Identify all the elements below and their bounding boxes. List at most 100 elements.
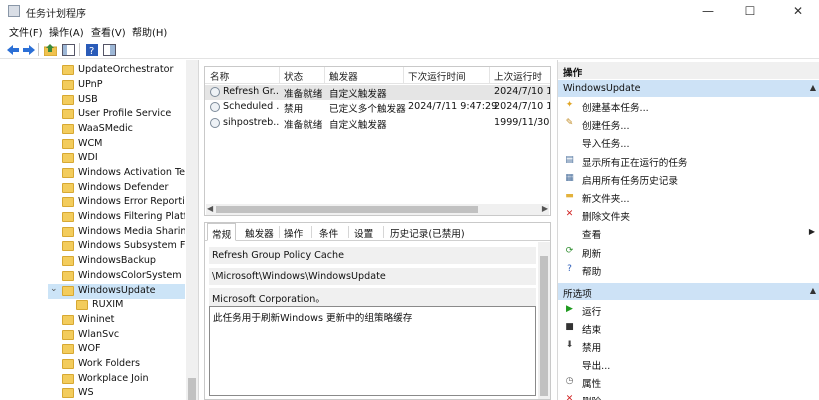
close-button[interactable]: ✕ [777, 0, 819, 22]
task-list: 名称 状态 触发器 下次运行时间 上次运行时 Refresh Gr... 准备就… [204, 66, 551, 216]
details-scrollbar-thumb[interactable] [540, 256, 548, 396]
tree-item[interactable]: WDI [0, 151, 185, 166]
action-item[interactable]: 查看 ▶ [558, 224, 819, 242]
column-name[interactable]: 名称 [210, 69, 229, 83]
action-item[interactable]: ✕ 删除 [558, 391, 819, 400]
minimize-button[interactable]: — [687, 0, 729, 22]
scroll-left-arrow-icon[interactable]: ◀ [207, 204, 213, 213]
view-icon [564, 227, 575, 238]
tree-item[interactable]: RUXIM [0, 298, 185, 313]
tree-item[interactable]: Workplace Join [0, 372, 185, 387]
tree-item[interactable]: WS [0, 386, 185, 400]
column-divider[interactable] [324, 67, 325, 84]
action-item[interactable]: ✦ 创建基本任务... [558, 97, 819, 115]
collapse-icon[interactable]: ▲ [810, 286, 816, 295]
tab-conditions[interactable]: 条件 [315, 223, 342, 241]
up-folder-icon[interactable] [43, 42, 58, 57]
column-divider[interactable] [489, 67, 490, 84]
action-item[interactable]: ◷ 属性 [558, 373, 819, 391]
action-label: 属性 [582, 379, 602, 390]
column-last-run[interactable]: 上次运行时 [494, 69, 550, 83]
tree-item[interactable]: User Profile Service [0, 107, 185, 122]
tree-scrollbar[interactable] [186, 60, 198, 400]
tree-item[interactable]: WindowsColorSystem [0, 269, 185, 284]
task-location-field[interactable]: \Microsoft\Windows\WindowsUpdate [209, 268, 536, 285]
action-item[interactable]: ▶ 运行 [558, 301, 819, 319]
tree-item[interactable]: Windows Media Sharing [0, 225, 185, 240]
column-next-run[interactable]: 下次运行时间 [408, 69, 466, 83]
tab-actions[interactable]: 操作 [280, 223, 307, 241]
help-icon[interactable]: ? [84, 42, 99, 57]
action-item[interactable]: 导入任务... [558, 133, 819, 151]
action-item[interactable]: ■ 结束 [558, 319, 819, 337]
menu-action[interactable]: 操作(A) [49, 24, 84, 39]
task-row[interactable]: Scheduled ... 禁用 已定义多个触发器 2024/7/11 9:47… [205, 100, 550, 115]
collapse-icon[interactable]: ▲ [810, 83, 816, 92]
task-scheduler-app-icon [8, 5, 20, 17]
export-icon [564, 358, 575, 369]
action-item[interactable]: 导出... [558, 355, 819, 373]
show-hide-console-tree-icon[interactable] [61, 42, 76, 57]
action-item[interactable]: ✕ 删除文件夹 [558, 206, 819, 224]
back-arrow-icon[interactable] [5, 42, 20, 57]
action-item[interactable]: ▤ 显示所有正在运行的任务 [558, 152, 819, 170]
task-author-field[interactable]: Microsoft Corporation。 [209, 288, 536, 308]
folder-icon [62, 197, 74, 207]
svg-text:?: ? [89, 46, 94, 56]
actions-section-selected-item[interactable]: 所选项 ▲ [558, 283, 819, 300]
folder-icon [62, 109, 74, 119]
action-item[interactable]: ⟳ 刷新 [558, 243, 819, 261]
action-item[interactable]: ▦ 启用所有任务历史记录 [558, 170, 819, 188]
tab-triggers[interactable]: 触发器 [241, 223, 278, 241]
tree-item[interactable]: WOF [0, 342, 185, 357]
tab-settings[interactable]: 设置 [350, 223, 377, 241]
maximize-button[interactable]: ☐ [729, 0, 771, 22]
tree-item[interactable]: Windows Filtering Platfor [0, 210, 185, 225]
column-status[interactable]: 状态 [284, 69, 303, 83]
tree-item-windowsupdate[interactable]: ⌄ WindowsUpdate [48, 284, 185, 299]
tree-item[interactable]: Windows Activation Tech [0, 166, 185, 181]
tree-item[interactable]: Windows Error Reporting [0, 195, 185, 210]
tree-item[interactable]: USB [0, 93, 185, 108]
scroll-right-arrow-icon[interactable]: ▶ [542, 204, 548, 213]
menu-help[interactable]: 帮助(H) [132, 24, 167, 39]
tree-item[interactable]: WlanSvc [0, 328, 185, 343]
column-divider[interactable] [403, 67, 404, 84]
menu-file[interactable]: 文件(F) [9, 24, 43, 39]
properties-icon: ◷ [565, 376, 574, 386]
action-label: 帮助 [582, 266, 602, 278]
tree-scrollbar-thumb[interactable] [188, 378, 196, 400]
menu-view[interactable]: 查看(V) [91, 24, 126, 39]
task-row[interactable]: sihpostreb... 准备就绪 自定义触发器 1999/11/30 0 [205, 116, 550, 131]
forward-arrow-icon[interactable] [21, 42, 36, 57]
action-item[interactable]: ✎ 创建任务... [558, 115, 819, 133]
tree-item[interactable]: Windows Subsystem For [0, 239, 185, 254]
tree-item[interactable]: Work Folders [0, 357, 185, 372]
view-pane-icon[interactable] [102, 42, 117, 57]
tree-item[interactable]: WaaSMedic [0, 122, 185, 137]
action-item[interactable]: ⬇ 禁用 [558, 337, 819, 355]
folder-icon [62, 95, 74, 105]
tree-item[interactable]: WindowsBackup [0, 254, 185, 269]
tab-general[interactable]: 常规 [207, 223, 237, 241]
tree-item[interactable]: UPnP [0, 78, 185, 93]
action-item[interactable]: ? 帮助 [558, 261, 819, 279]
tree-item[interactable]: UpdateOrchestrator [0, 63, 185, 78]
tab-history[interactable]: 历史记录(已禁用) [386, 223, 469, 241]
tree-item[interactable]: Windows Defender [0, 181, 185, 196]
task-row[interactable]: Refresh Gr... 准备就绪 自定义触发器 2024/7/10 15 [205, 85, 550, 100]
tree-item[interactable]: Wininet [0, 313, 185, 328]
column-divider[interactable] [279, 67, 280, 84]
folder-icon [62, 124, 74, 134]
task-list-hscrollbar[interactable]: ◀ ▶ [206, 204, 549, 215]
expand-chevron-icon[interactable]: ⌄ [50, 284, 58, 294]
actions-section-windowsupdate[interactable]: WindowsUpdate ▲ [558, 80, 819, 97]
details-scrollbar[interactable] [538, 242, 550, 399]
column-trigger[interactable]: 触发器 [329, 69, 358, 83]
task-description-field[interactable]: 此任务用于刷新Windows 更新中的组策略缓存 [209, 306, 536, 396]
details-tabs: 常规 触发器 操作 条件 设置 历史记录(已禁用) [205, 223, 550, 241]
task-name-field[interactable]: Refresh Group Policy Cache [209, 247, 536, 264]
tree-item[interactable]: WCM [0, 137, 185, 152]
action-item[interactable]: ▬ 新文件夹... [558, 188, 819, 206]
task-list-hscrollbar-thumb[interactable] [216, 206, 478, 213]
